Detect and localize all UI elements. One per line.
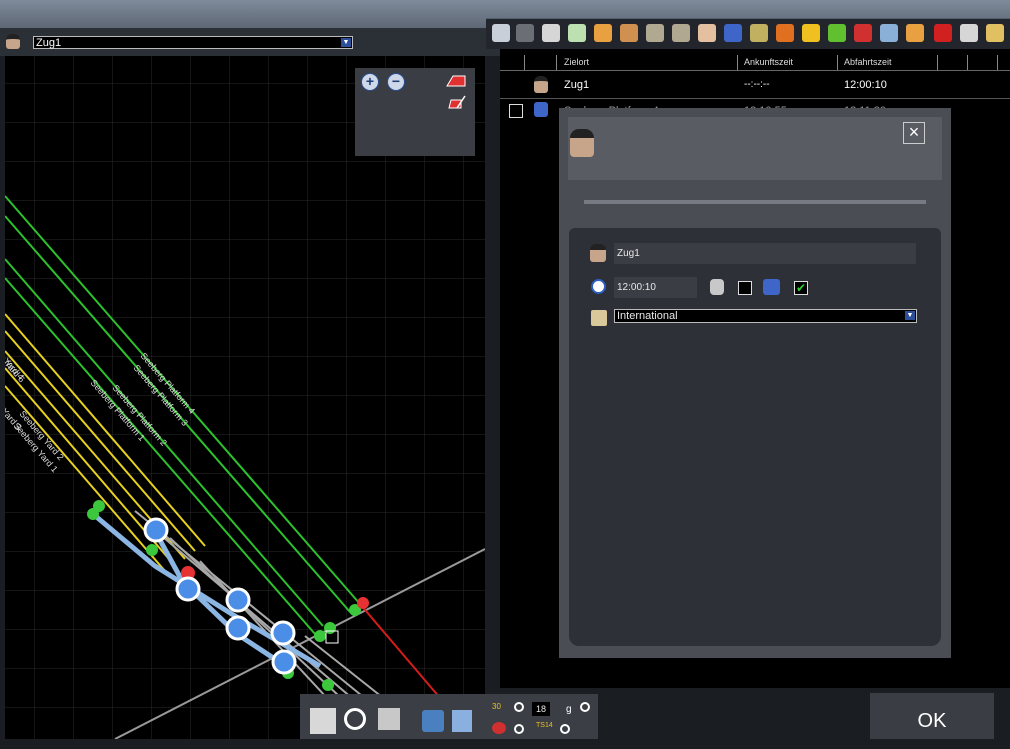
speed-icon[interactable]: 30 [492,702,501,711]
edit-icon[interactable] [750,24,768,42]
driver-icon [534,76,548,93]
trash-icon[interactable] [516,24,534,42]
world-icon[interactable] [422,710,444,732]
driver-icon [590,244,606,262]
zoom-out-icon[interactable]: − [387,73,405,91]
bottom-toolbar: 30 18 ɡ TS14 [300,694,598,739]
column-divider [556,55,557,70]
dialog-header [568,117,942,180]
chevron-down-icon[interactable]: ▼ [905,311,915,320]
driver-avatar-icon [570,129,594,157]
jump-icon[interactable] [906,24,924,42]
table-row[interactable]: Zug1 --:--:-- 12:00:10 [500,72,1010,99]
passengers-checkbox[interactable]: ✔ [794,281,808,295]
signal-icon[interactable] [492,722,506,734]
column-divider [524,55,525,70]
flag-icon[interactable] [934,24,952,42]
move-up-icon[interactable] [594,24,612,42]
radio-option[interactable] [580,702,590,712]
zoom-in-icon[interactable]: + [361,73,379,91]
command-select-value: International [617,310,678,322]
driver-avatar-icon [6,34,20,49]
junction-marker[interactable] [146,544,158,556]
ok-button[interactable]: OK [870,693,994,739]
split-icon[interactable] [646,24,664,42]
passengers-icon[interactable] [724,24,742,42]
passengers-icon [534,102,548,117]
move-down-icon[interactable] [620,24,638,42]
route-node[interactable] [143,517,169,543]
join-icon[interactable] [672,24,690,42]
counter-value: 18 [532,702,550,716]
route-node[interactable] [175,576,201,602]
column-header-departure[interactable]: Abfahrtszeit [844,57,892,67]
row-arrival: --:--:-- [744,79,770,90]
train-name-field[interactable]: Zug1 [614,243,916,264]
clock-icon [591,279,606,294]
column-divider [737,55,738,70]
route-node[interactable] [225,615,251,641]
driver-checkbox[interactable] [738,281,752,295]
track-map-svg[interactable]: Seeberg Platform 4 Seeberg Platform 3 Se… [5,56,485,739]
save-icon[interactable] [492,24,510,42]
radio-option[interactable] [560,724,570,734]
schedule-toolbar [486,18,1010,49]
fullscreen-icon[interactable] [310,708,336,734]
signal-marker[interactable] [357,597,369,609]
radio-option[interactable] [514,724,524,734]
route-node[interactable] [271,649,297,675]
hand-icon[interactable] [698,24,716,42]
chevron-down-icon[interactable]: ▼ [341,38,351,47]
timetable-icon[interactable] [960,24,978,42]
route-map[interactable]: Seeberg Platform 4 Seeberg Platform 3 Se… [5,56,485,739]
shuffle-icon[interactable] [776,24,794,42]
row-departure: 12:00:10 [844,79,887,91]
home-icon[interactable] [452,710,472,732]
grid-large-icon[interactable] [568,24,586,42]
map-zoom-panel: + − [355,68,475,156]
remove-icon[interactable] [854,24,872,42]
depot-icon[interactable] [986,24,1004,42]
coupler-icon[interactable]: ɡ [566,704,572,715]
add-stop-icon[interactable] [828,24,846,42]
dialog-divider [584,200,926,204]
commands-icon [591,310,607,326]
expand-icon[interactable] [378,708,400,730]
rotate-icon[interactable] [344,708,366,730]
map-view-toggle-icon[interactable] [443,72,467,112]
column-header-arrival[interactable]: Ankunftszeit [744,57,793,67]
junction-marker[interactable] [87,508,99,520]
command-select[interactable]: International ▼ [614,309,917,323]
train-select-value: Zug1 [36,37,62,49]
departure-time-field[interactable]: 12:00:10 [614,277,697,298]
add-waypoint-icon[interactable] [802,24,820,42]
row-checkbox[interactable] [509,104,523,118]
train-select[interactable]: Zug1 ▼ [33,36,353,49]
column-divider [997,55,998,70]
column-header-destination[interactable]: Zielort [564,57,589,67]
route-node[interactable] [270,620,296,646]
junction-marker[interactable] [314,630,326,642]
settings-icon[interactable] [880,24,898,42]
ts-label: TS14 [536,722,553,729]
column-divider [837,55,838,70]
schedule-header: Zielort Ankunftszeit Abfahrtszeit [500,55,1010,71]
driver-seat-icon [710,279,724,295]
radio-option[interactable] [514,702,524,712]
passengers-icon [763,279,780,295]
column-divider [967,55,968,70]
junction-marker[interactable] [322,679,334,691]
column-divider [937,55,938,70]
row-destination: Zug1 [564,79,590,91]
route-node[interactable] [225,587,251,613]
close-icon[interactable]: × [903,122,925,144]
grid-small-icon[interactable] [542,24,560,42]
